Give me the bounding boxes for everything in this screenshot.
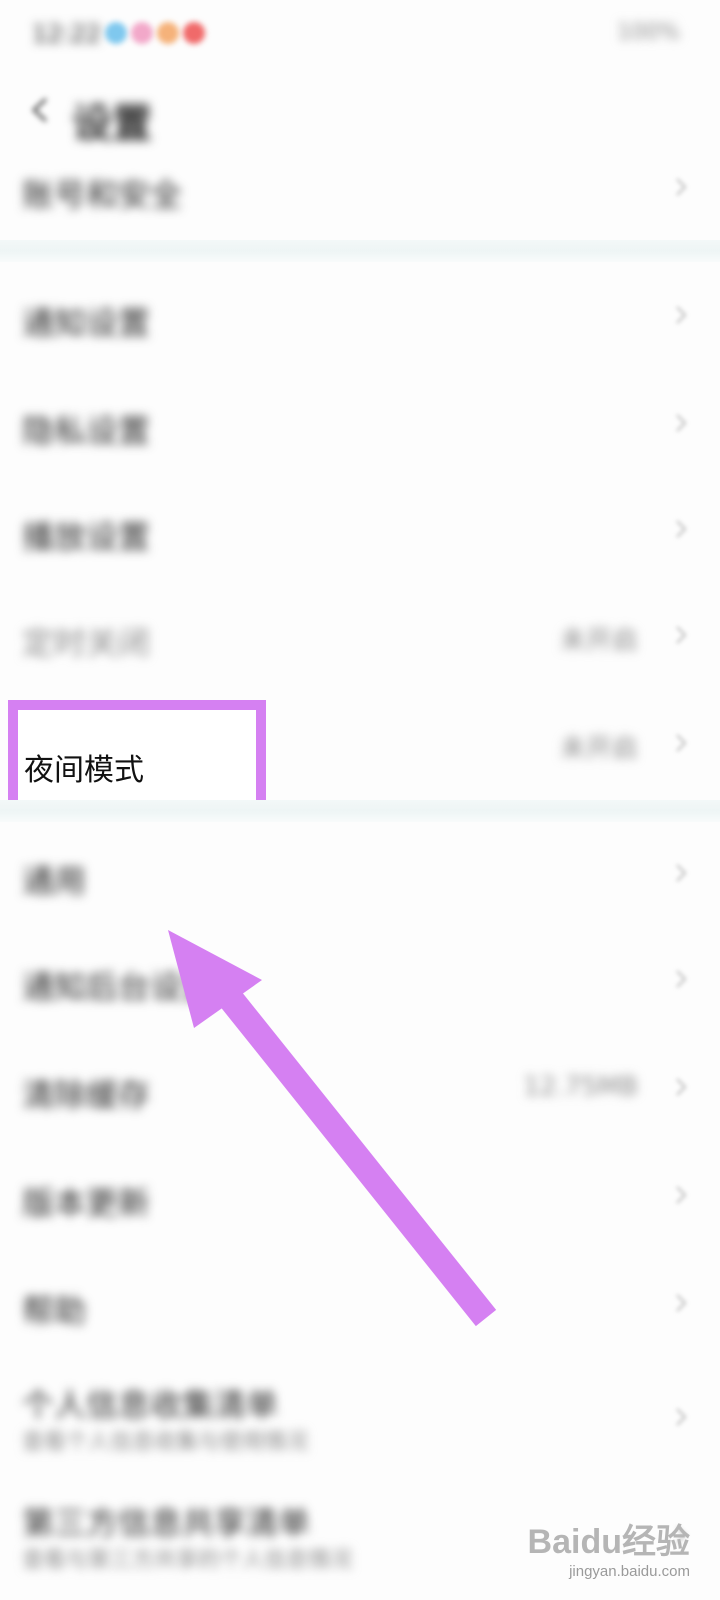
watermark-logo: Baidu经验 <box>527 1523 690 1561</box>
settings-screen: 12:22 100% 设置 账号和安全 通知设置 隐私设置 播放设置 定时关闭 … <box>0 0 720 1600</box>
annotation-arrow <box>168 930 497 1327</box>
annotation-arrow-shaft <box>211 979 497 1327</box>
baidu-watermark: Baidu经验 jingyan.baidu.com <box>528 1514 690 1580</box>
watermark-url: jingyan.baidu.com <box>569 1563 690 1580</box>
